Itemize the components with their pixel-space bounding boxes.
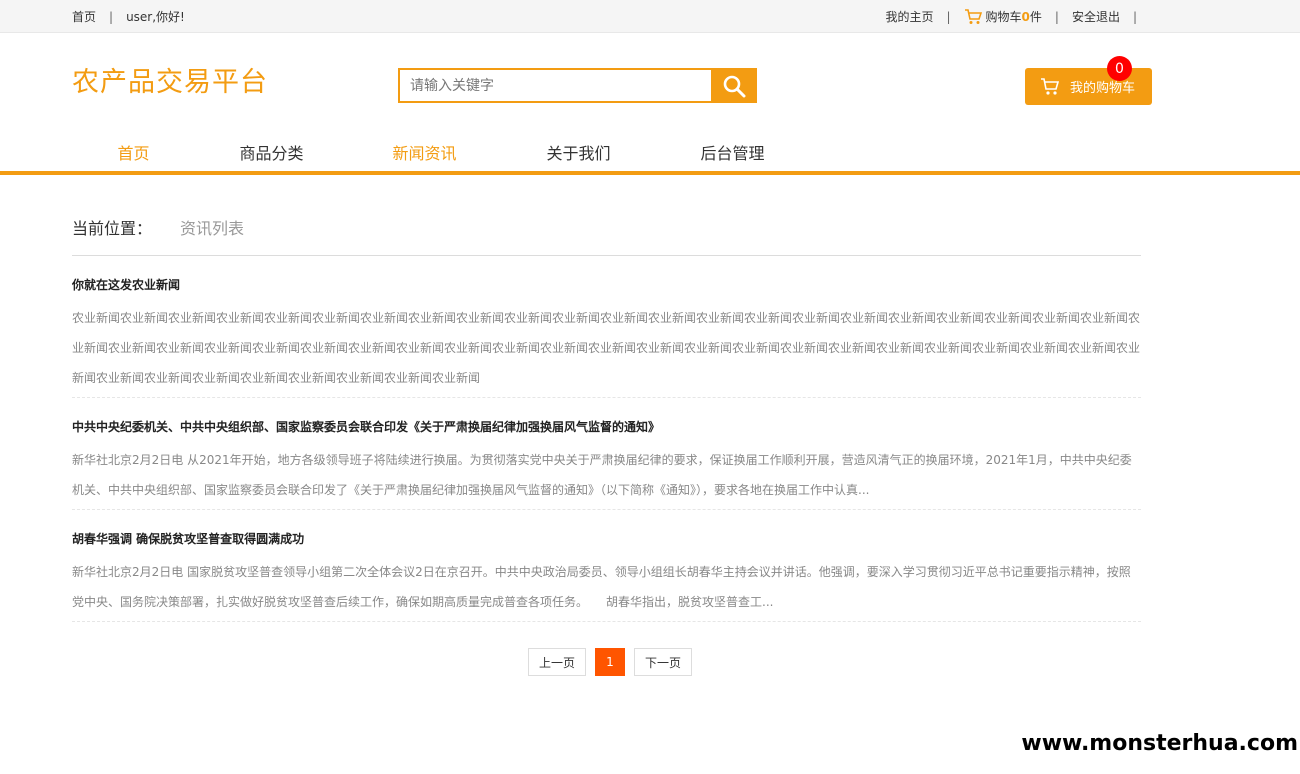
- top-bar: 首页 | user,你好! 我的主页 | 购物车 0 件 | 安全退出 |: [0, 0, 1300, 33]
- top-cart-unit: 件: [1029, 10, 1042, 24]
- top-cart-link[interactable]: 购物车 0 件: [964, 8, 1042, 25]
- news-title[interactable]: 你就在这发农业新闻: [72, 276, 1141, 294]
- news-item[interactable]: 胡春华强调 确保脱贫攻坚普查取得圆满成功 新华社北京2月2日电 国家脱贫攻坚普查…: [72, 530, 1141, 622]
- search-button[interactable]: [711, 68, 757, 103]
- separator: |: [946, 9, 951, 24]
- nav-item-news[interactable]: 新闻资讯: [363, 140, 486, 164]
- separator: |: [1132, 9, 1137, 24]
- main-nav: 首页 商品分类 新闻资讯 关于我们 后台管理: [72, 140, 1300, 164]
- cart-icon: [964, 8, 982, 24]
- my-home-link[interactable]: 我的主页: [885, 8, 933, 25]
- nav-item-about[interactable]: 关于我们: [517, 140, 640, 164]
- breadcrumb-label: 当前位置：: [72, 219, 153, 238]
- news-summary: 新华社北京2月2日电 国家脱贫攻坚普查领导小组第二次全体会议2日在京召开。中共中…: [72, 565, 1131, 609]
- search-bar: [398, 68, 757, 103]
- prev-page-button[interactable]: 上一页: [528, 648, 586, 676]
- nav-underline: [0, 171, 1300, 175]
- nav-item-categories[interactable]: 商品分类: [210, 140, 333, 164]
- news-item[interactable]: 中共中央纪委机关、中共中央组织部、国家监察委员会联合印发《关于严肃换届纪律加强换…: [72, 418, 1141, 510]
- nav-item-home[interactable]: 首页: [72, 140, 195, 164]
- search-icon: [723, 75, 746, 97]
- pagination: 上一页 1 下一页: [528, 648, 692, 676]
- next-page-button[interactable]: 下一页: [634, 648, 692, 676]
- separator: |: [109, 9, 114, 24]
- top-cart-label: 购物车: [985, 10, 1022, 24]
- user-greeting: user,你好!: [126, 10, 185, 24]
- top-bar-right: 我的主页 | 购物车 0 件 | 安全退出 |: [885, 8, 1150, 25]
- news-title[interactable]: 胡春华强调 确保脱贫攻坚普查取得圆满成功: [72, 530, 1141, 548]
- nav-item-admin[interactable]: 后台管理: [671, 140, 794, 164]
- top-cart-count: 0: [1021, 9, 1030, 24]
- search-input[interactable]: [398, 68, 711, 103]
- watermark: www.monsterhua.com: [1021, 731, 1298, 756]
- news-item[interactable]: 你就在这发农业新闻 农业新闻农业新闻农业新闻农业新闻农业新闻农业新闻农业新闻农业…: [72, 276, 1141, 398]
- news-summary: 新华社北京2月2日电 从2021年开始，地方各级领导班子将陆续进行换届。为贯彻落…: [72, 453, 1132, 497]
- top-home-link[interactable]: 首页: [72, 8, 96, 25]
- news-summary: 农业新闻农业新闻农业新闻农业新闻农业新闻农业新闻农业新闻农业新闻农业新闻农业新闻…: [72, 311, 1141, 385]
- site-logo[interactable]: 农产品交易平台: [72, 60, 268, 99]
- separator: |: [1054, 9, 1059, 24]
- breadcrumb-current: 资讯列表: [180, 219, 245, 238]
- breadcrumb: 当前位置： 资讯列表: [72, 215, 244, 239]
- my-cart-label: 我的购物车: [1070, 81, 1136, 96]
- news-title[interactable]: 中共中央纪委机关、中共中央组织部、国家监察委员会联合印发《关于严肃换届纪律加强换…: [72, 418, 1141, 436]
- cart-icon: [1041, 77, 1060, 95]
- cart-count-badge: 0: [1107, 56, 1132, 81]
- logout-link[interactable]: 安全退出: [1072, 8, 1120, 25]
- divider: [72, 255, 1141, 256]
- top-bar-left: 首页 | user,你好!: [72, 8, 185, 25]
- page-number-current[interactable]: 1: [595, 648, 625, 676]
- my-cart-button[interactable]: 我的购物车: [1025, 68, 1152, 105]
